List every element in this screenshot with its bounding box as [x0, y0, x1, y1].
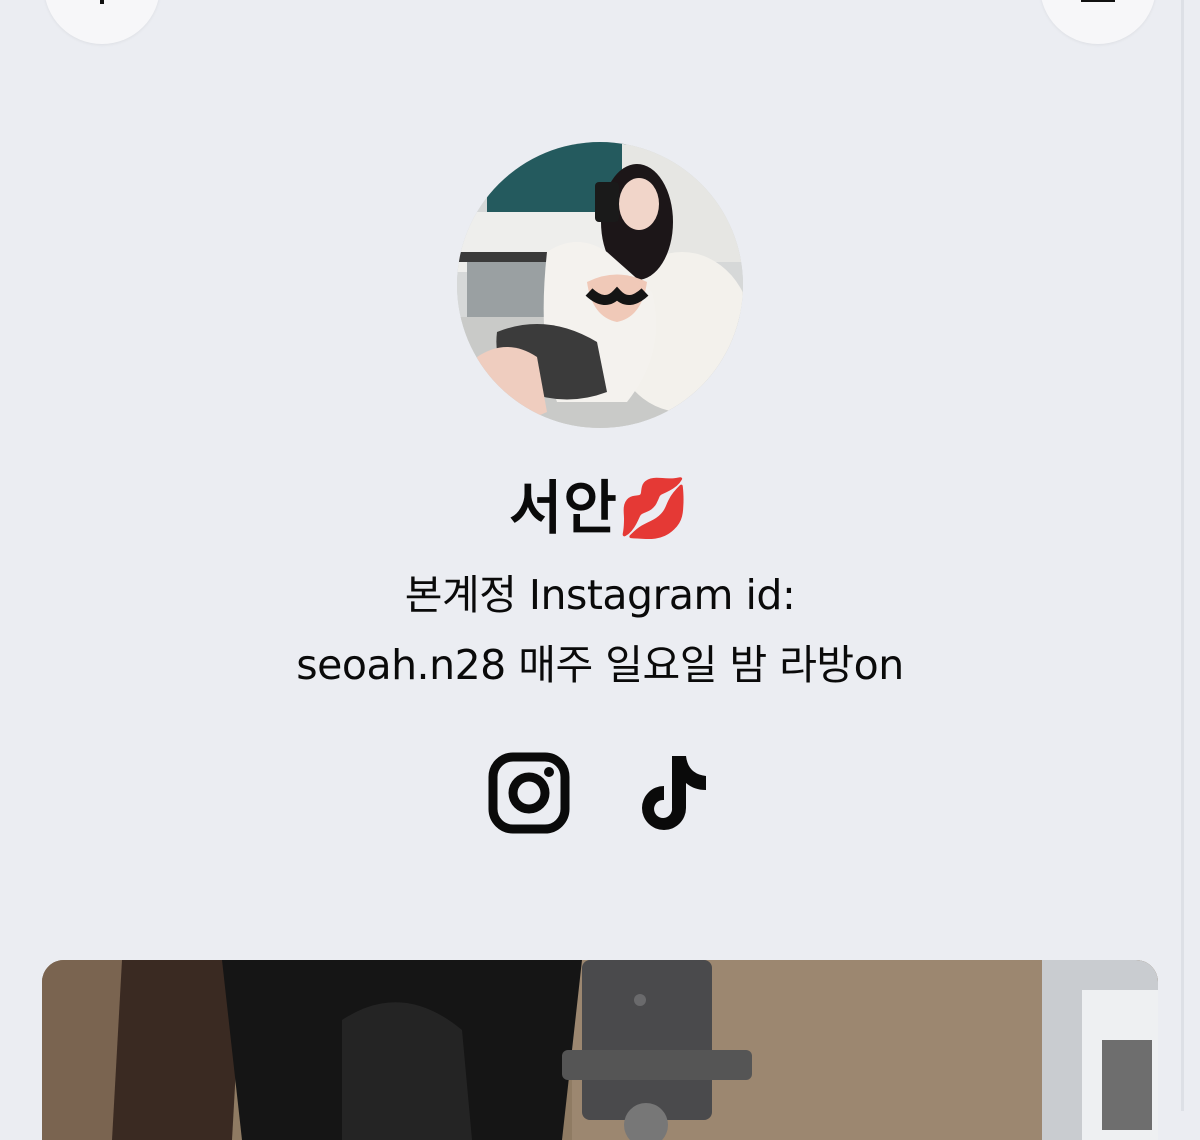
page-edge — [1181, 0, 1184, 1111]
menu-button[interactable] — [1040, 0, 1156, 44]
instagram-icon — [488, 752, 570, 834]
bio-line: 본계정 Instagram id: — [404, 571, 796, 619]
social-links — [0, 752, 1200, 834]
profile-name: 서안💋 — [0, 468, 1200, 548]
share-icon — [97, 0, 107, 8]
profile-avatar — [457, 142, 743, 428]
menu-icon — [1081, 0, 1115, 8]
profile-bio: 본계정 Instagram id: seoah.n28 매주 일요일 밤 라방o… — [0, 560, 1200, 700]
tiktok-link[interactable] — [632, 752, 714, 838]
bio-line: seoah.n28 매주 일요일 밤 라방on — [296, 641, 904, 689]
link-card-image[interactable] — [42, 960, 1158, 1140]
share-button[interactable] — [44, 0, 160, 44]
tiktok-icon — [642, 756, 706, 830]
instagram-link[interactable] — [488, 752, 570, 838]
profile-name-text: 서안💋 — [509, 474, 691, 542]
